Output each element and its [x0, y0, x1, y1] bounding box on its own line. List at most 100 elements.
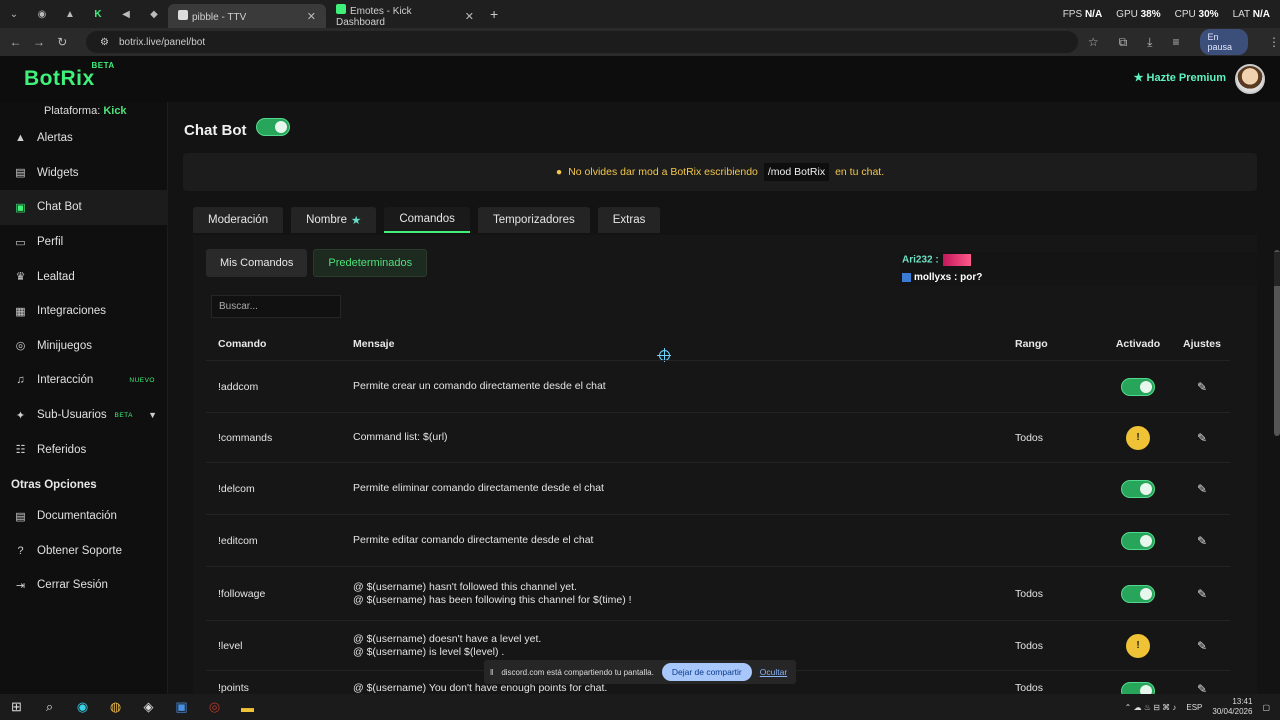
- pinned-tab-audio-icon[interactable]: ◀: [112, 0, 140, 28]
- clock[interactable]: 13:41 30/04/2026: [1212, 697, 1252, 717]
- chatbot-toggle[interactable]: [256, 118, 290, 139]
- sidebar-item-cerrar-sesion[interactable]: ⇥ Cerrar Sesión: [0, 568, 167, 603]
- warning-icon[interactable]: !: [1126, 633, 1150, 658]
- bookmark-star-icon[interactable]: ☆: [1088, 35, 1099, 49]
- sidebar-item-sub-usuarios[interactable]: ✦ Sub-Usuarios BETA ▼: [0, 398, 167, 433]
- sidebar-item-minijuegos[interactable]: ◎ Minijuegos: [0, 329, 167, 364]
- app-icon[interactable]: ◉: [66, 694, 99, 720]
- command-message: @ $(username) hasn't followed this chann…: [342, 581, 1002, 607]
- cpu-label: CPU: [1174, 8, 1196, 20]
- command-message: Command list: $(url): [342, 431, 1002, 444]
- info-icon: ●: [555, 166, 563, 178]
- notifications-icon[interactable]: ▢: [1262, 703, 1270, 712]
- browser-tab[interactable]: pibble - TTV ✕: [168, 4, 326, 28]
- edit-pencil-icon[interactable]: ✎: [1197, 639, 1207, 653]
- table-row: !editcom Permite editar comando directam…: [206, 515, 1230, 567]
- edit-pencil-icon[interactable]: ✎: [1197, 587, 1207, 601]
- sidebar-item-chat-bot[interactable]: ▣ Chat Bot: [0, 190, 167, 225]
- commands-panel: Mis Comandos Predeterminados Comando Men…: [193, 235, 1257, 694]
- stop-sharing-button[interactable]: Dejar de compartir: [661, 663, 752, 681]
- search-input[interactable]: [211, 295, 341, 318]
- sidebar-item-perfil[interactable]: ▭ Perfil: [0, 225, 167, 260]
- profile-paused-badge[interactable]: En pausa: [1199, 29, 1248, 55]
- platform-indicator: Plataforma: Kick: [0, 102, 167, 117]
- enabled-toggle[interactable]: [1121, 682, 1155, 694]
- tab-list-icon[interactable]: ⌄: [0, 0, 28, 28]
- download-icon[interactable]: ⤓: [1147, 35, 1152, 50]
- pinned-tab-icon[interactable]: ▲: [56, 0, 84, 28]
- obs-icon[interactable]: ◎: [198, 694, 231, 720]
- tray-icons[interactable]: ⌃ ☁ ♨ ⊟ ⌘ ♪: [1125, 703, 1177, 712]
- page-title: Chat Bot: [184, 122, 247, 139]
- tab-extras[interactable]: Extras: [597, 207, 661, 233]
- sidebar-item-soporte[interactable]: ? Obtener Soporte: [0, 534, 167, 569]
- sidebar-item-label: Referidos: [37, 443, 87, 456]
- browser-tab[interactable]: Emotes - Kick Dashboard ✕: [326, 4, 484, 28]
- new-tab-icon[interactable]: +: [490, 6, 498, 22]
- enabled-toggle[interactable]: [1121, 531, 1155, 550]
- botrix-logo[interactable]: BotRix BETA: [24, 61, 114, 91]
- edit-pencil-icon[interactable]: ✎: [1197, 431, 1207, 445]
- robot-icon: ▣: [15, 201, 26, 214]
- sidebar-item-interaccion[interactable]: ♫ Interacción NUEVO: [0, 363, 167, 398]
- sidebar-item-label: Sub-Usuarios: [37, 409, 107, 422]
- gpu-value: 38%: [1140, 8, 1161, 20]
- sidebar-item-alertas[interactable]: ▲ Alertas: [0, 121, 167, 156]
- enabled-toggle[interactable]: [1121, 377, 1155, 396]
- media-icon[interactable]: ≡: [1172, 35, 1179, 49]
- back-icon[interactable]: ←: [4, 35, 27, 49]
- menu-icon[interactable]: ⋮: [1268, 35, 1280, 49]
- start-windows-icon[interactable]: ⊞: [0, 694, 33, 720]
- command-name: !editcom: [218, 534, 258, 547]
- tab-temporizadores[interactable]: Temporizadores: [477, 207, 590, 233]
- close-icon[interactable]: ✕: [307, 10, 316, 23]
- address-bar[interactable]: ⚙ botrix.live/panel/bot: [85, 31, 1078, 53]
- enabled-toggle[interactable]: [1121, 479, 1155, 498]
- sidebar-item-documentacion[interactable]: ▤ Documentación: [0, 499, 167, 534]
- sidebar-item-lealtad[interactable]: ♛ Lealtad: [0, 259, 167, 294]
- command-name: !followage: [218, 587, 266, 600]
- sidebar-item-widgets[interactable]: ▤ Widgets: [0, 156, 167, 191]
- forward-icon[interactable]: →: [27, 35, 50, 49]
- tab-nombre[interactable]: Nombre ★: [291, 207, 377, 233]
- pinned-tab-icon[interactable]: ◉: [28, 0, 56, 28]
- sidebar-item-referidos[interactable]: ☷ Referidos: [0, 432, 167, 467]
- site-info-icon[interactable]: ⚙: [100, 37, 109, 48]
- message-line: Permite editar comando directamente desd…: [353, 534, 594, 546]
- pinned-tab-kick-icon[interactable]: K: [84, 0, 112, 28]
- edit-pencil-icon[interactable]: ✎: [1197, 682, 1207, 694]
- edit-pencil-icon[interactable]: ✎: [1197, 380, 1207, 394]
- edit-pencil-icon[interactable]: ✎: [1197, 482, 1207, 496]
- toggle-switch[interactable]: [256, 118, 290, 136]
- column-header: Activado: [1115, 337, 1161, 350]
- chat-message: mollyxs : por?: [914, 272, 983, 283]
- command-subtabs: Mis Comandos Predeterminados: [206, 249, 428, 277]
- search-icon[interactable]: ⌕: [33, 694, 66, 720]
- subtab-predeterminados[interactable]: Predeterminados: [313, 249, 428, 277]
- hide-link[interactable]: Ocultar: [760, 667, 787, 677]
- message-line: @ $(username) is level $(level) .: [353, 645, 505, 658]
- extensions-icon[interactable]: ⧉: [1119, 35, 1128, 50]
- chrome-icon[interactable]: ◍: [99, 694, 132, 720]
- close-icon[interactable]: ✕: [465, 10, 474, 23]
- language-indicator[interactable]: ESP: [1186, 703, 1202, 712]
- system-tray: ⌃ ☁ ♨ ⊟ ⌘ ♪ ESP 13:41 30/04/2026 ▢: [1125, 694, 1270, 720]
- sidebar-item-label: Obtener Soporte: [37, 544, 123, 557]
- chevron-down-icon[interactable]: ▼: [148, 410, 157, 420]
- warning-icon[interactable]: !: [1126, 425, 1150, 450]
- users-icon: ✦: [15, 409, 26, 422]
- tab-moderacion[interactable]: Moderación: [193, 207, 284, 233]
- edit-pencil-icon[interactable]: ✎: [1197, 534, 1207, 548]
- subtab-mis-comandos[interactable]: Mis Comandos: [206, 249, 308, 277]
- avatar[interactable]: [1235, 64, 1265, 94]
- sidebar-item-integraciones[interactable]: ▦ Integraciones: [0, 294, 167, 329]
- premium-link[interactable]: ★ Hazte Premium: [1134, 71, 1226, 84]
- app-icon[interactable]: ◈: [132, 694, 165, 720]
- folder-icon[interactable]: ▬: [231, 694, 264, 720]
- enabled-toggle[interactable]: [1121, 584, 1155, 603]
- share-text: discord.com está compartiendo tu pantall…: [501, 667, 654, 677]
- pinned-tab-icon[interactable]: ◆: [140, 0, 168, 28]
- app-icon[interactable]: ▣: [165, 694, 198, 720]
- tab-comandos[interactable]: Comandos: [384, 207, 470, 233]
- reload-icon[interactable]: ↻: [51, 35, 74, 49]
